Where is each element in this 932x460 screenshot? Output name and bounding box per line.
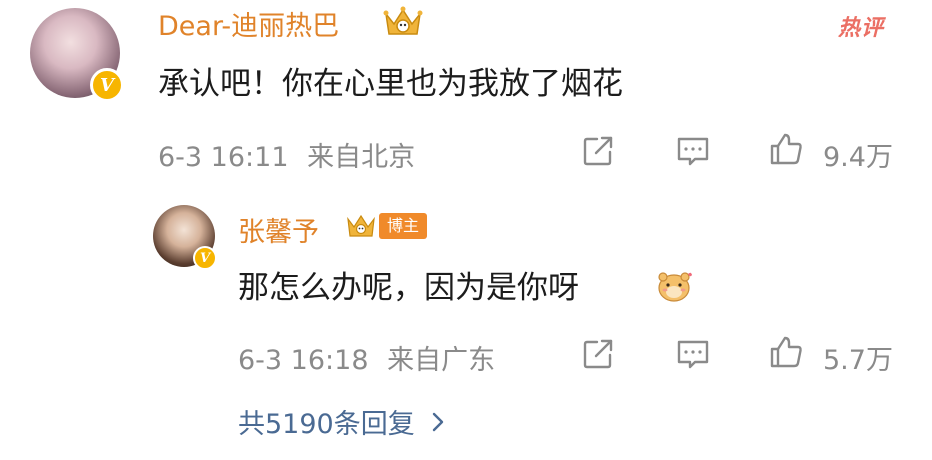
crown-badge-icon: [383, 6, 423, 35]
chevron-right-icon: [432, 412, 443, 431]
verified-badge-icon: V: [193, 246, 217, 270]
like-icon[interactable]: [768, 131, 804, 167]
comment-icon[interactable]: [675, 133, 711, 169]
comment-meta: 6-3 16:11 来自北京: [158, 135, 415, 174]
reply-timestamp: 6-3 16:18: [238, 345, 369, 376]
comment-icon[interactable]: [675, 336, 711, 372]
crown-badge-icon: [347, 214, 375, 237]
reply-location: 来自广东: [387, 345, 496, 376]
like-icon[interactable]: [768, 334, 804, 370]
share-icon[interactable]: [580, 133, 616, 169]
hamster-emoji-icon: [658, 272, 692, 302]
reply-username[interactable]: 张馨予: [238, 210, 319, 249]
blogger-badge: 博主: [379, 213, 428, 239]
more-replies-label: 共5190条回复: [238, 409, 415, 440]
comment-text: 承认吧！你在心里也为我放了烟花: [158, 66, 623, 102]
like-count: 5.7万: [823, 345, 893, 376]
comment-location: 来自北京: [307, 142, 416, 173]
reply-text: 那怎么办呢，因为是你呀: [238, 270, 579, 306]
verified-badge-icon: V: [90, 68, 124, 102]
comment-username[interactable]: Dear-迪丽热巴: [158, 4, 339, 43]
comment-timestamp: 6-3 16:11: [158, 142, 289, 173]
hot-comment-badge: 热评: [838, 16, 885, 41]
reply-meta: 6-3 16:18 来自广东: [238, 338, 495, 377]
view-all-replies-link[interactable]: 共5190条回复: [238, 402, 445, 441]
like-count: 9.4万: [823, 142, 893, 173]
share-icon[interactable]: [580, 336, 616, 372]
